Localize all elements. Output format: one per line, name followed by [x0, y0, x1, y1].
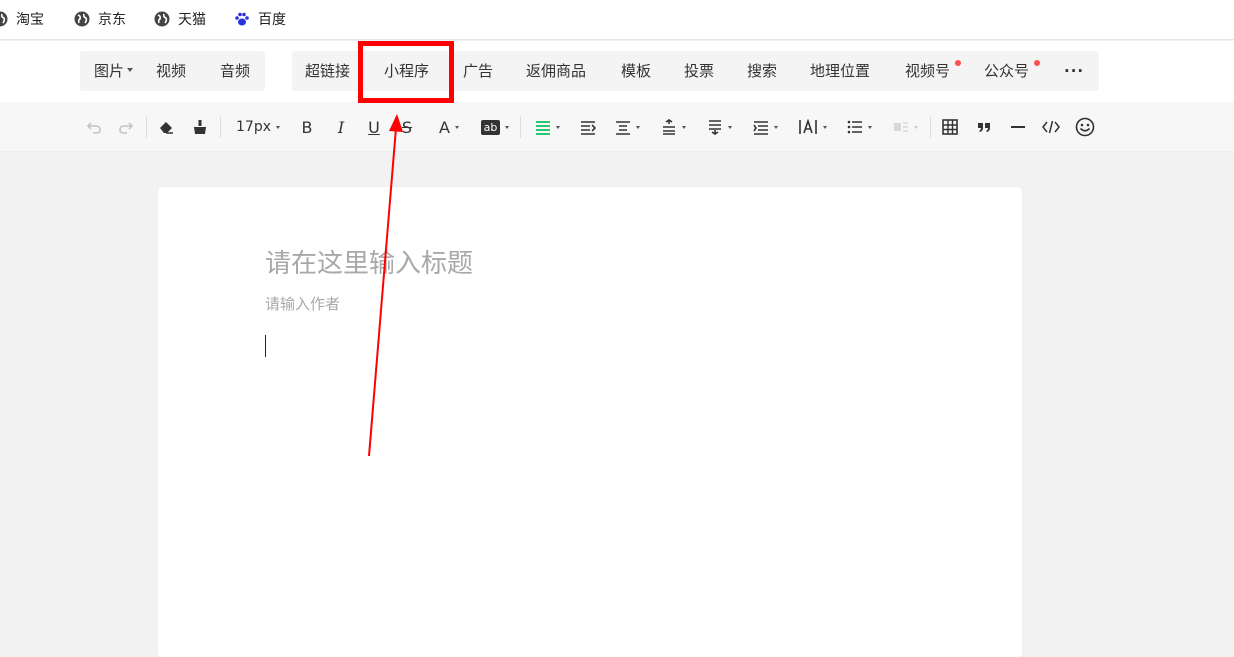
- insert-official-account-button[interactable]: 公众号: [984, 51, 1029, 91]
- bookmark-tmall[interactable]: 天猫: [154, 9, 206, 29]
- insert-search-button[interactable]: 搜索: [747, 51, 777, 91]
- line-spacing-icon[interactable]: [610, 115, 644, 139]
- insert-miniprogram-button[interactable]: 小程序: [384, 51, 429, 91]
- strikethrough-button[interactable]: S: [398, 115, 416, 139]
- divider: [520, 116, 521, 138]
- chevron-down-icon: [867, 125, 872, 129]
- paragraph-spacing-before-icon[interactable]: [656, 115, 690, 139]
- align-justify-icon[interactable]: [530, 115, 564, 139]
- title-input[interactable]: 请在这里输入标题: [265, 243, 473, 280]
- chevron-down-icon: [681, 125, 686, 129]
- letter-spacing-icon[interactable]: [794, 115, 830, 139]
- insert-location-button[interactable]: 地理位置: [810, 51, 870, 91]
- divider: [930, 116, 931, 138]
- media-group: 图片 视频 音频: [80, 51, 265, 91]
- paragraph-spacing-after-icon[interactable]: [702, 115, 736, 139]
- background-color-select[interactable]: ab: [478, 115, 512, 139]
- font-color-select[interactable]: A: [432, 115, 466, 139]
- list-icon[interactable]: [842, 115, 876, 139]
- notification-dot: [955, 60, 961, 66]
- redo-icon[interactable]: [116, 115, 136, 139]
- eraser-icon[interactable]: [156, 115, 176, 139]
- insert-image-button[interactable]: 图片: [94, 51, 134, 91]
- bookmark-label: 京东: [98, 12, 126, 28]
- insert-hyperlink-button[interactable]: 超链接: [305, 51, 350, 91]
- author-input[interactable]: 请输入作者: [265, 293, 340, 314]
- notification-dot: [1034, 60, 1040, 66]
- code-icon[interactable]: [1040, 115, 1062, 139]
- chevron-down-icon: [635, 125, 640, 129]
- paw-icon: [235, 12, 249, 26]
- globe-icon: [0, 11, 8, 27]
- insert-vote-button[interactable]: 投票: [684, 51, 714, 91]
- chevron-down-icon: [276, 125, 280, 129]
- font-size-select[interactable]: 17px: [232, 115, 284, 139]
- insert-ad-button[interactable]: 广告: [463, 51, 493, 91]
- insert-commission-product-button[interactable]: 返佣商品: [526, 51, 586, 91]
- insert-channels-button[interactable]: 视频号: [905, 51, 950, 91]
- bookmark-label: 天猫: [178, 12, 206, 28]
- insert-template-button[interactable]: 模板: [621, 51, 651, 91]
- globe-icon: [74, 11, 90, 27]
- text-cursor: [265, 335, 266, 357]
- chevron-down-icon: [773, 125, 778, 129]
- underline-button[interactable]: U: [365, 115, 383, 139]
- globe-icon: [154, 11, 170, 27]
- bookmark-taobao[interactable]: 淘宝: [0, 9, 44, 29]
- insert-audio-button[interactable]: 音频: [220, 51, 250, 91]
- divider: [220, 116, 221, 138]
- float-icon[interactable]: [888, 115, 922, 139]
- table-icon[interactable]: [940, 115, 960, 139]
- chevron-down-icon: [505, 125, 510, 129]
- bookmark-jd[interactable]: 京东: [74, 9, 126, 29]
- chevron-down-icon: [454, 125, 459, 129]
- editor-paper: 请在这里输入标题 请输入作者: [158, 187, 1022, 657]
- indent-icon[interactable]: [578, 115, 598, 139]
- horizontal-rule-icon[interactable]: [1008, 115, 1028, 139]
- chevron-down-icon: [822, 125, 827, 129]
- bookmark-baidu[interactable]: 百度: [234, 9, 286, 29]
- chevron-down-icon: [127, 67, 134, 72]
- bookmark-label: 淘宝: [16, 12, 44, 28]
- insert-group: 超链接 小程序 广告 返佣商品 模板 投票 搜索 地理位置 视频号 公众号 ··…: [292, 51, 1099, 91]
- italic-button[interactable]: I: [332, 115, 350, 139]
- chevron-down-icon: [727, 125, 732, 129]
- insert-video-button[interactable]: 视频: [156, 51, 186, 91]
- more-button[interactable]: ···: [1064, 51, 1084, 91]
- divider: [146, 116, 147, 138]
- bookmarks-bar: 淘宝 京东 天猫 百度: [0, 0, 1234, 40]
- undo-icon[interactable]: [84, 115, 104, 139]
- emoji-icon[interactable]: [1074, 115, 1096, 139]
- bookmark-label: 百度: [258, 12, 286, 28]
- bold-button[interactable]: B: [298, 115, 316, 139]
- indent-spacing-icon[interactable]: [748, 115, 782, 139]
- format-toolbar: 17px B I U S A ab: [0, 102, 1234, 152]
- chevron-down-icon: [555, 125, 560, 129]
- quote-icon[interactable]: [974, 115, 994, 139]
- format-painter-icon[interactable]: [190, 115, 210, 139]
- insert-toolbar: 图片 视频 音频 超链接 小程序 广告 返佣商品 模板 投票 搜索 地理位置 视…: [0, 41, 1234, 102]
- chevron-down-icon: [913, 125, 918, 129]
